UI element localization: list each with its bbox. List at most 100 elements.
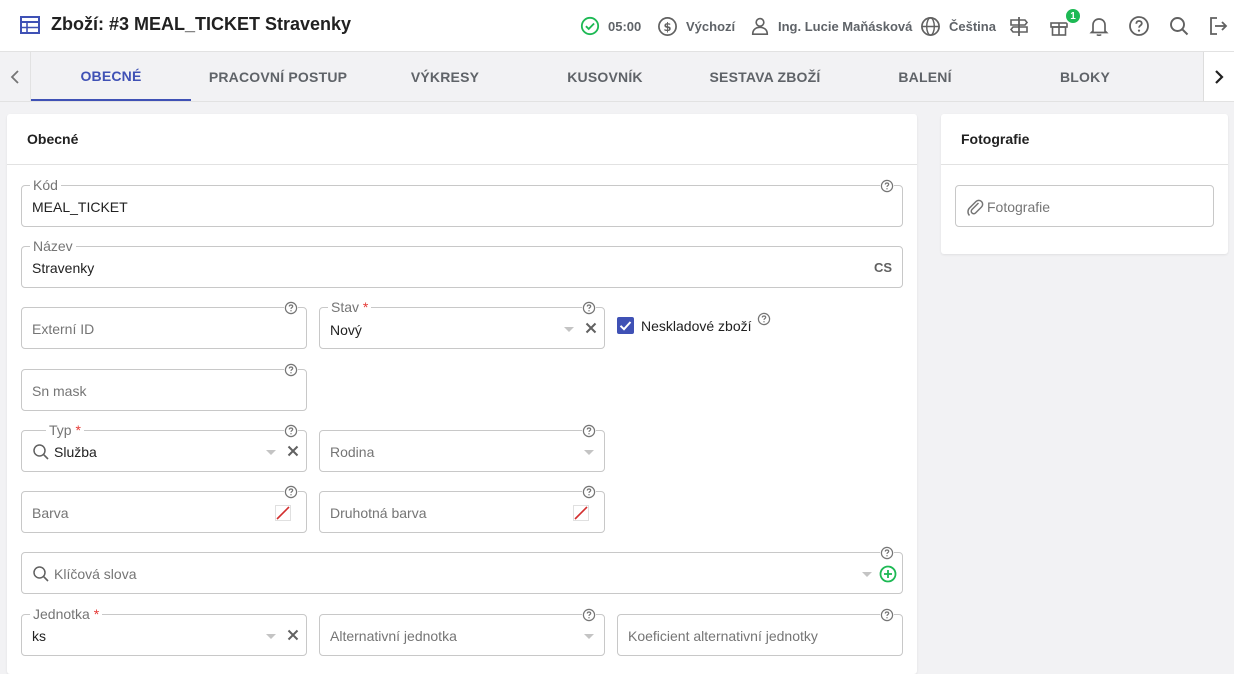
currency-selector[interactable]: $ Výchozí <box>657 0 735 52</box>
nazev-value: Stravenky <box>32 260 95 276</box>
check-icon <box>619 321 632 331</box>
tab-obecne[interactable]: OBECNÉ <box>31 52 191 101</box>
druhotna-barva-placeholder: Druhotná barva <box>330 505 427 521</box>
externi-id-placeholder: Externí ID <box>32 321 95 337</box>
logout-icon <box>1210 17 1228 35</box>
help-circle-icon[interactable] <box>582 301 596 315</box>
signpost-button[interactable] <box>1008 0 1030 52</box>
top-bar: Zboží: #3 MEAL_TICKET Stravenky 05:00 $ … <box>0 0 1234 52</box>
help-circle-icon[interactable] <box>284 424 298 438</box>
tab-sestava-zbozi[interactable]: SESTAVA ZBOŽÍ <box>685 52 845 101</box>
dollar-circle-icon: $ <box>658 16 677 36</box>
externi-id-field[interactable]: Externí ID <box>21 301 307 349</box>
barva-placeholder: Barva <box>32 505 69 521</box>
typ-select[interactable]: Typ * Služba <box>21 423 307 472</box>
help-circle-icon[interactable] <box>284 363 298 377</box>
tab-scroll-right-button[interactable] <box>1203 52 1234 101</box>
chevron-left-icon <box>10 69 19 84</box>
rodina-select[interactable]: Rodina <box>319 424 605 472</box>
search-icon <box>33 566 49 582</box>
kod-value: MEAL_TICKET <box>32 199 128 215</box>
tab-baleni[interactable]: BALENÍ <box>845 52 1005 101</box>
jednotka-select[interactable]: Jednotka * ks <box>21 607 307 656</box>
neskladove-checkbox[interactable] <box>617 317 634 334</box>
kod-field[interactable]: Kód MEAL_TICKET <box>21 178 903 227</box>
chevron-down-icon[interactable] <box>584 634 594 639</box>
no-color-swatch-icon[interactable] <box>573 505 589 521</box>
table-grid-icon[interactable] <box>20 16 40 34</box>
tab-scroll-left-button[interactable] <box>0 52 31 101</box>
no-color-swatch-icon[interactable] <box>275 505 291 521</box>
photo-placeholder: Fotografie <box>987 199 1051 215</box>
help-circle-icon <box>1129 16 1149 36</box>
rodina-placeholder: Rodina <box>330 444 375 460</box>
chevron-down-icon[interactable] <box>266 634 276 639</box>
gift-button[interactable]: 1 <box>1048 0 1082 52</box>
logout-button[interactable] <box>1207 0 1229 52</box>
nazev-label: Název <box>30 239 76 254</box>
jednotka-label: Jednotka * <box>30 607 103 622</box>
chevron-down-icon[interactable] <box>862 572 872 577</box>
add-circle-icon[interactable] <box>879 565 897 583</box>
check-circle-icon <box>580 16 600 36</box>
barva-color-picker[interactable]: Barva <box>21 485 307 533</box>
language-selector[interactable]: Čeština <box>920 0 996 52</box>
help-circle-icon[interactable] <box>284 301 298 315</box>
help-circle-icon[interactable] <box>880 179 894 193</box>
tab-pracovni-postup[interactable]: PRACOVNÍ POSTUP <box>191 52 365 101</box>
help-circle-icon[interactable] <box>284 485 298 499</box>
help-circle-icon[interactable] <box>582 424 596 438</box>
close-icon[interactable] <box>286 444 300 458</box>
bell-icon <box>1089 18 1109 37</box>
time-indicator[interactable]: 05:00 <box>580 0 641 52</box>
photo-upload-field[interactable]: Fotografie <box>955 185 1214 227</box>
jednotka-value: ks <box>32 628 46 644</box>
tab-bloky[interactable]: BLOKY <box>1005 52 1165 101</box>
search-icon <box>1170 17 1189 36</box>
koeficient-field[interactable]: Koeficient alternativní jednotky <box>617 608 903 656</box>
klicova-slova-select[interactable]: Klíčová slova <box>21 546 903 594</box>
kod-label: Kód <box>30 178 61 193</box>
close-icon[interactable] <box>286 628 300 642</box>
photo-card-title: Fotografie <box>941 114 1228 165</box>
user-name: Ing. Lucie Maňásková <box>778 18 913 34</box>
chevron-down-icon[interactable] <box>584 450 594 455</box>
chevron-down-icon[interactable] <box>266 450 276 455</box>
help-circle-icon[interactable] <box>582 485 596 499</box>
search-button[interactable] <box>1168 0 1190 52</box>
time-label: 05:00 <box>608 18 642 34</box>
globe-icon <box>921 16 940 36</box>
alt-jednotka-placeholder: Alternativní jednotka <box>330 628 457 644</box>
stav-select[interactable]: Stav * Nový <box>319 300 605 349</box>
notifications-button[interactable] <box>1088 0 1110 52</box>
alt-jednotka-select[interactable]: Alternativní jednotka <box>319 608 605 656</box>
page-title: Zboží: #3 MEAL_TICKET Stravenky <box>51 14 352 34</box>
sn-mask-field[interactable]: Sn mask <box>21 363 307 411</box>
user-menu[interactable]: Ing. Lucie Maňásková <box>750 0 912 52</box>
gift-count-badge: 1 <box>1064 7 1082 25</box>
sn-mask-placeholder: Sn mask <box>32 383 87 399</box>
druhotna-barva-color-picker[interactable]: Druhotná barva <box>319 485 605 533</box>
chevron-down-icon[interactable] <box>564 327 574 332</box>
close-icon[interactable] <box>584 321 598 335</box>
tab-kusovnik[interactable]: KUSOVNÍK <box>525 52 685 101</box>
paperclip-icon <box>967 199 984 217</box>
signpost-icon <box>1009 17 1029 36</box>
general-card-title: Obecné <box>7 114 917 165</box>
stav-value: Nový <box>330 322 362 338</box>
help-button[interactable] <box>1128 0 1150 52</box>
tab-vykresy[interactable]: VÝKRESY <box>365 52 525 101</box>
nazev-field[interactable]: Název Stravenky CS <box>21 239 903 288</box>
help-circle-icon[interactable] <box>582 608 596 622</box>
help-circle-icon[interactable] <box>757 312 771 326</box>
language-suffix[interactable]: CS <box>874 260 892 275</box>
chevron-right-icon <box>1215 69 1224 84</box>
svg-text:$: $ <box>664 19 672 33</box>
help-circle-icon[interactable] <box>880 608 894 622</box>
koeficient-placeholder: Koeficient alternativní jednotky <box>628 628 818 644</box>
person-icon <box>751 17 769 35</box>
help-circle-icon[interactable] <box>880 546 894 560</box>
neskladove-label: Neskladové zboží <box>641 318 752 334</box>
language-label: Čeština <box>949 18 996 34</box>
typ-value: Služba <box>54 444 97 460</box>
